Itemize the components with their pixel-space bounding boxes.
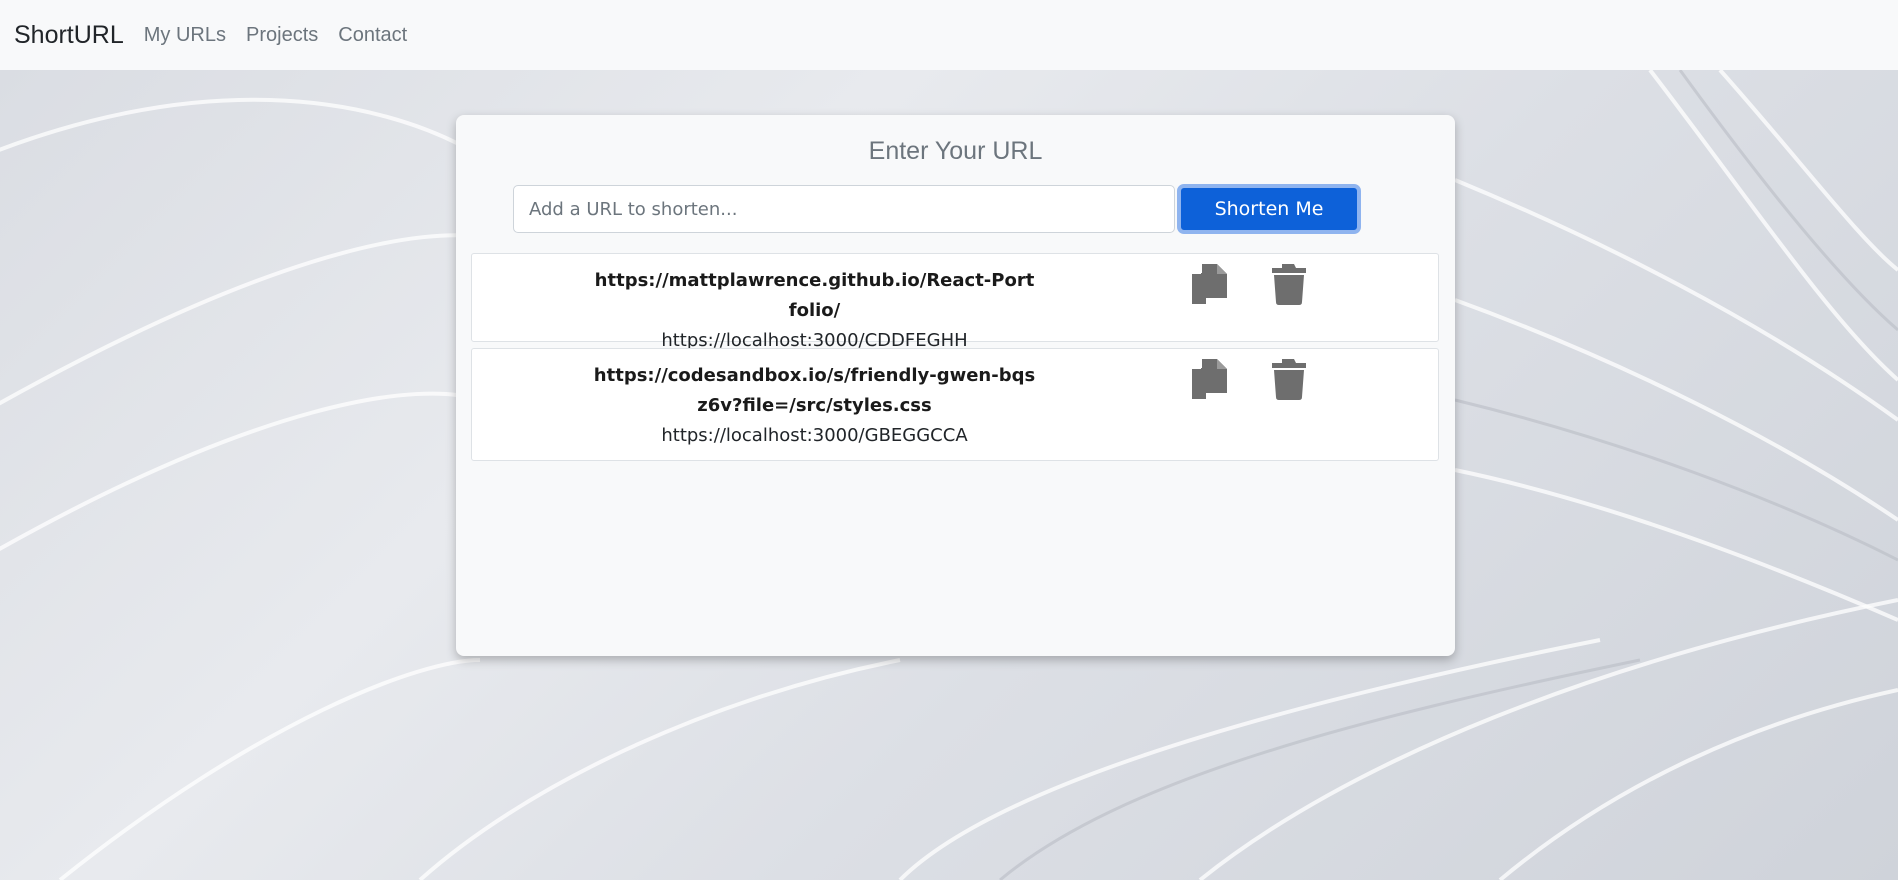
copy-icon[interactable] bbox=[1190, 262, 1232, 306]
copy-icon[interactable] bbox=[1190, 357, 1232, 401]
url-text: https://mattplawrence.github.io/React-Po… bbox=[592, 266, 1037, 356]
nav-link-contact[interactable]: Contact bbox=[338, 24, 407, 47]
nav-link-my-urls[interactable]: My URLs bbox=[144, 24, 226, 47]
short-url[interactable]: https://localhost:3000/GBEGGCCA bbox=[592, 421, 1037, 451]
nav-link-projects[interactable]: Projects bbox=[246, 24, 318, 47]
url-list-item: https://mattplawrence.github.io/React-Po… bbox=[471, 253, 1439, 351]
card-title: Enter Your URL bbox=[868, 137, 1043, 165]
brand-link[interactable]: ShortURL bbox=[14, 21, 124, 50]
navbar: ShortURL My URLs Projects Contact bbox=[0, 0, 1898, 70]
original-url: https://codesandbox.io/s/friendly-gwen-b… bbox=[593, 365, 1036, 416]
url-text: https://codesandbox.io/s/friendly-gwen-b… bbox=[592, 361, 1037, 451]
url-input[interactable] bbox=[513, 185, 1175, 233]
trash-icon[interactable] bbox=[1268, 357, 1310, 401]
original-url: https://mattplawrence.github.io/React-Po… bbox=[594, 270, 1035, 321]
trash-icon[interactable] bbox=[1268, 262, 1310, 306]
url-card: Enter Your URL Shorten Me https://mattpl… bbox=[456, 115, 1455, 656]
shorten-button[interactable]: Shorten Me bbox=[1177, 184, 1361, 234]
url-list-item: https://codesandbox.io/s/friendly-gwen-b… bbox=[471, 348, 1439, 461]
